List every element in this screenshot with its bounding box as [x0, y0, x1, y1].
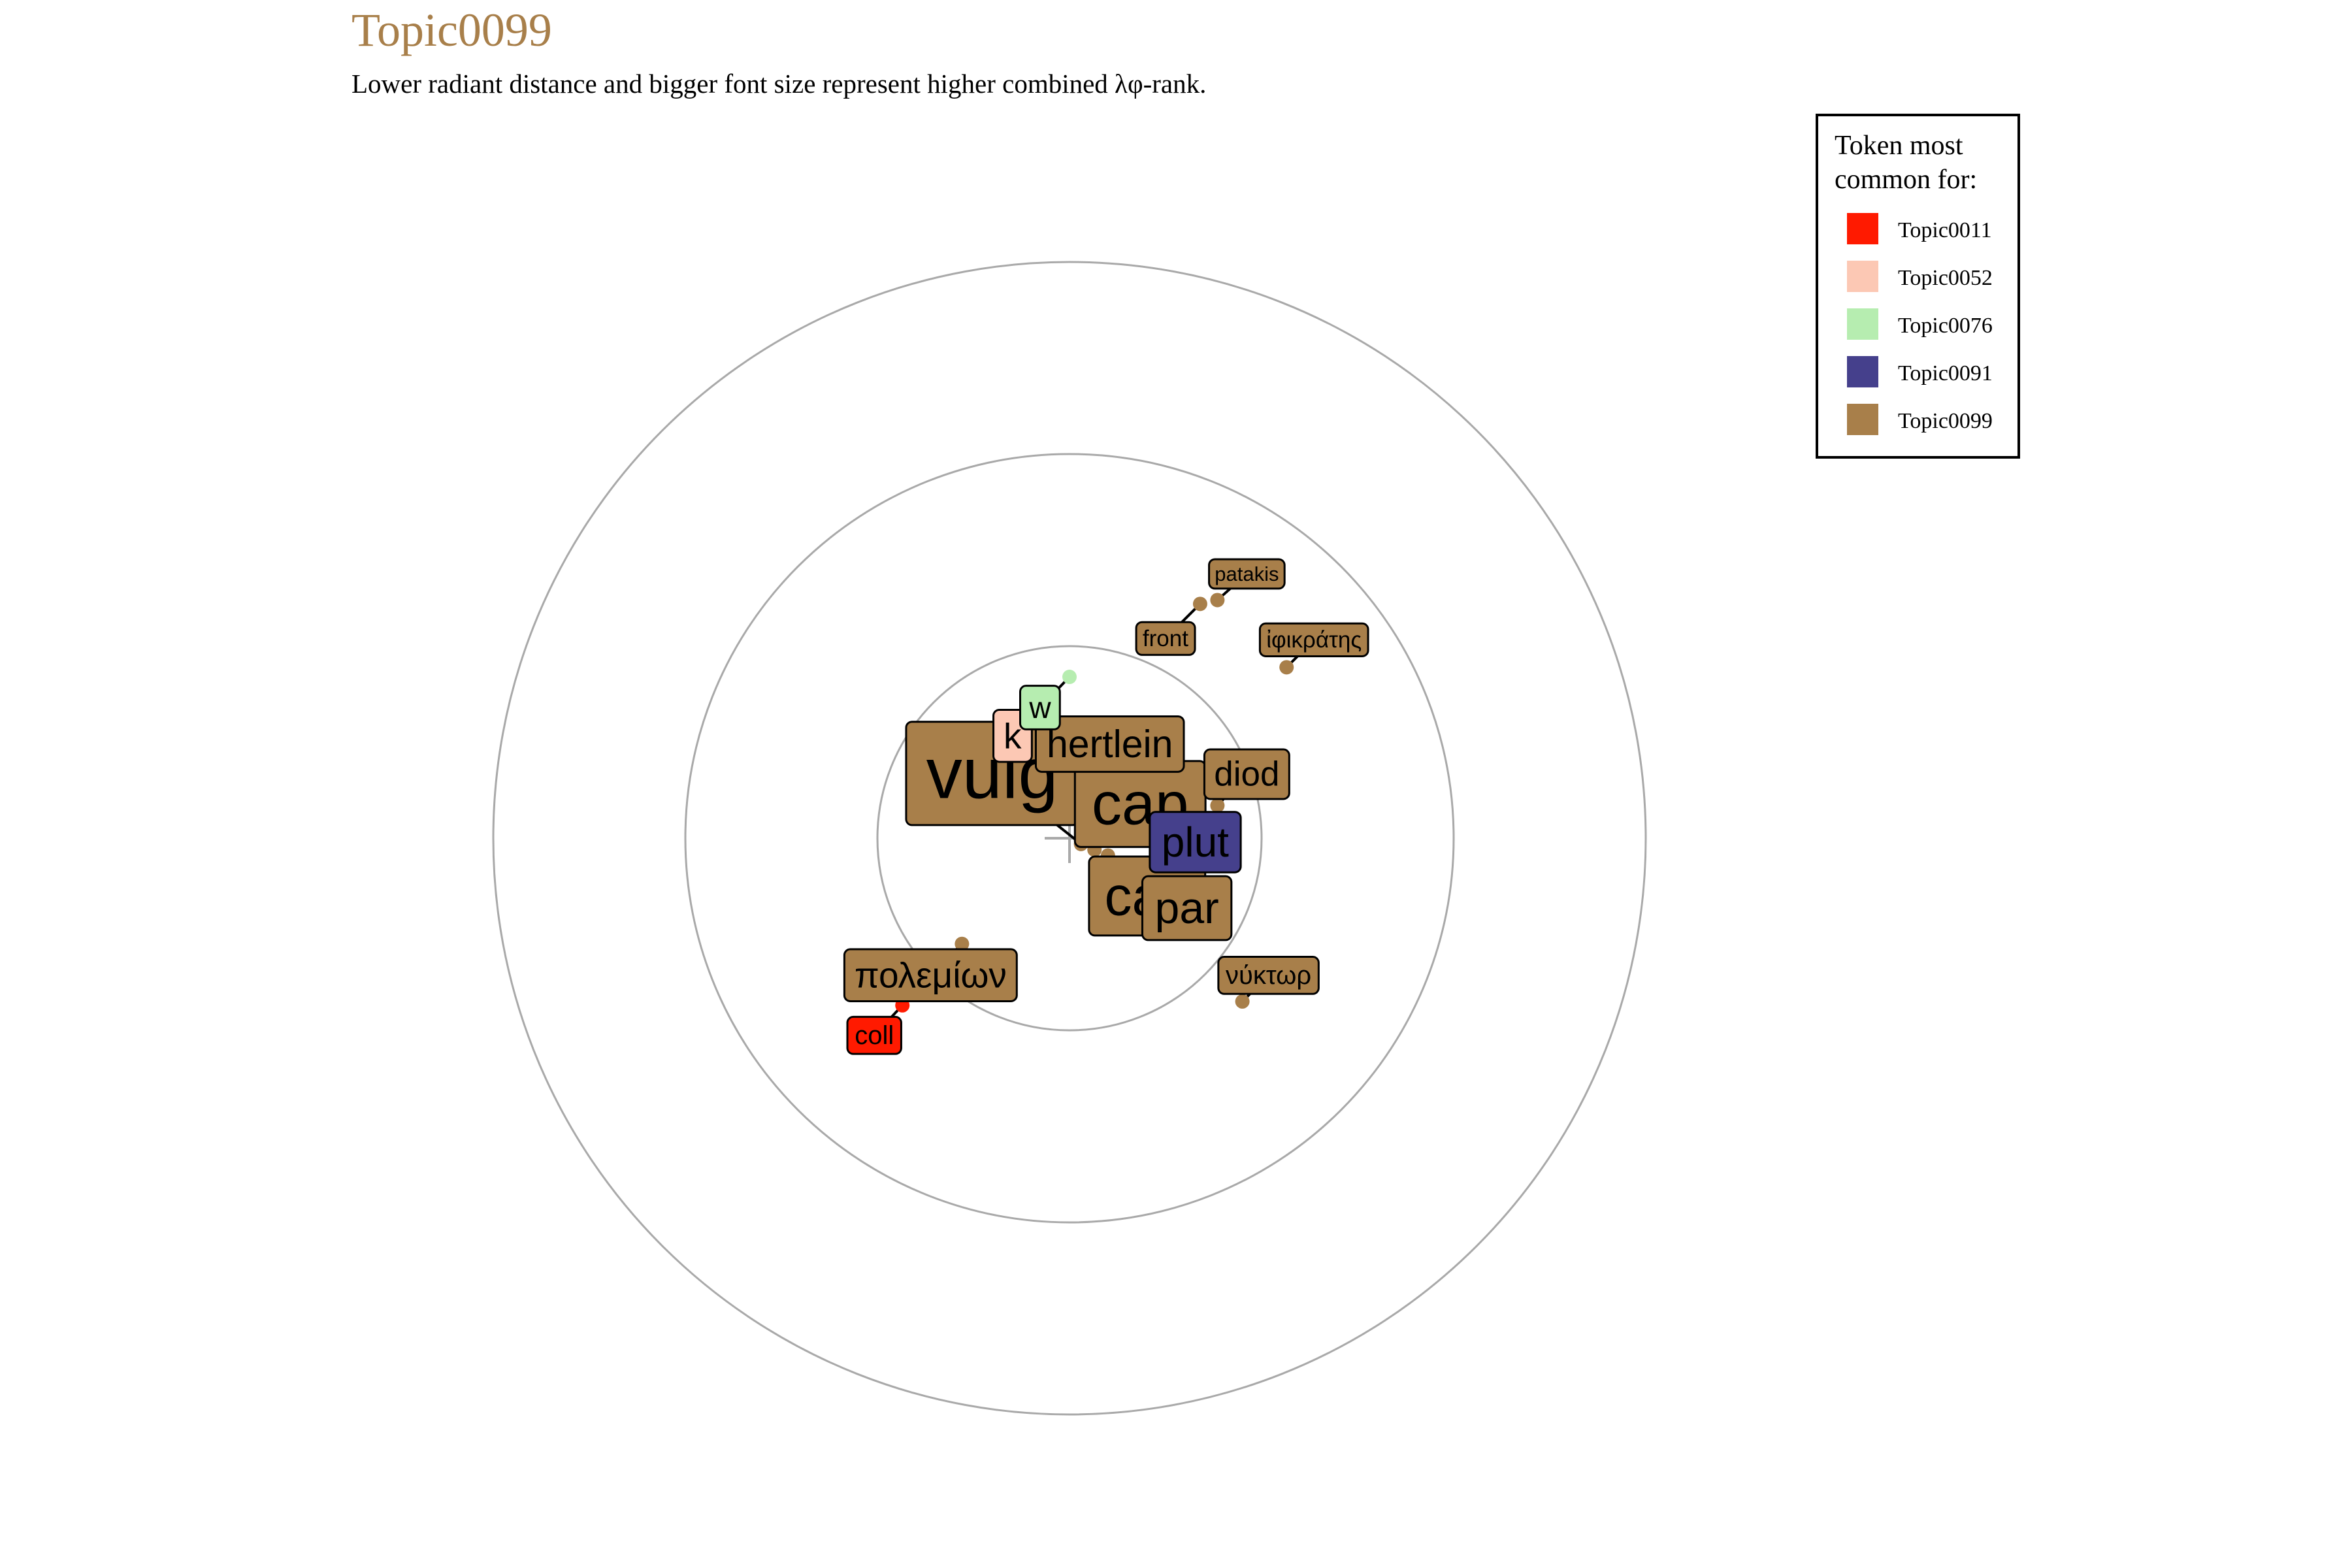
label-w: w: [1019, 685, 1061, 730]
legend-swatch-Topic0091: [1847, 356, 1878, 387]
legend-swatch-Topic0076: [1847, 308, 1878, 340]
point-νύκτωρ: [1235, 994, 1250, 1009]
label-text-diod: diod: [1214, 755, 1279, 794]
legend-label-Topic0052: Topic0052: [1898, 266, 1993, 290]
label-diod: diod: [1203, 748, 1290, 800]
label-front: front: [1135, 621, 1196, 656]
label-text-νύκτωρ: νύκτωρ: [1226, 961, 1311, 990]
legend: Token most common for: Topic0011 Topic005…: [1816, 114, 2020, 459]
radial-rank-chart: Topic0099 Lower radiant distance and big…: [351, 4, 2020, 1416]
label-text-hertlein: hertlein: [1047, 723, 1173, 766]
label-πολεμίων: πολεμίων: [843, 948, 1018, 1002]
point-w: [1062, 670, 1077, 685]
point-ἰφικράτης: [1279, 660, 1294, 675]
legend-title-line1: Token most: [1835, 131, 1963, 161]
legend-swatch-Topic0052: [1847, 261, 1878, 292]
token-labels: vulgcapcasparpluthertleinkdiodwπολεμίωνc…: [843, 558, 1369, 1055]
label-text-par: par: [1155, 883, 1219, 933]
label-ἰφικράτης: ἰφικράτης: [1258, 622, 1369, 657]
legend-label-Topic0099: Topic0099: [1898, 409, 1993, 433]
label-patakis: patakis: [1208, 558, 1286, 590]
label-text-w: w: [1028, 691, 1051, 725]
label-text-coll: coll: [855, 1021, 894, 1050]
legend-title-line2: common for:: [1835, 165, 1977, 195]
legend-swatch-Topic0099: [1847, 404, 1878, 435]
chart-title: Topic0099: [351, 4, 552, 56]
legend-label-Topic0091: Topic0091: [1898, 361, 1993, 385]
label-text-πολεμίων: πολεμίων: [855, 955, 1007, 996]
label-text-ἰφικράτης: ἰφικράτης: [1266, 627, 1362, 653]
label-text-patakis: patakis: [1215, 563, 1279, 585]
chart-subtitle: Lower radiant distance and bigger font s…: [351, 69, 1206, 99]
point-patakis: [1210, 593, 1225, 608]
legend-label-Topic0076: Topic0076: [1898, 314, 1993, 338]
label-plut: plut: [1149, 811, 1242, 874]
point-front: [1192, 596, 1207, 612]
legend-swatch-Topic0011: [1847, 213, 1878, 244]
point-diod: [1210, 798, 1225, 813]
label-coll: coll: [846, 1015, 902, 1055]
label-νύκτωρ: νύκτωρ: [1217, 956, 1320, 995]
label-text-plut: plut: [1162, 819, 1229, 866]
label-par: par: [1141, 875, 1233, 941]
label-text-front: front: [1143, 626, 1188, 651]
legend-label-Topic0011: Topic0011: [1898, 218, 1992, 242]
label-text-k: k: [1004, 715, 1022, 756]
